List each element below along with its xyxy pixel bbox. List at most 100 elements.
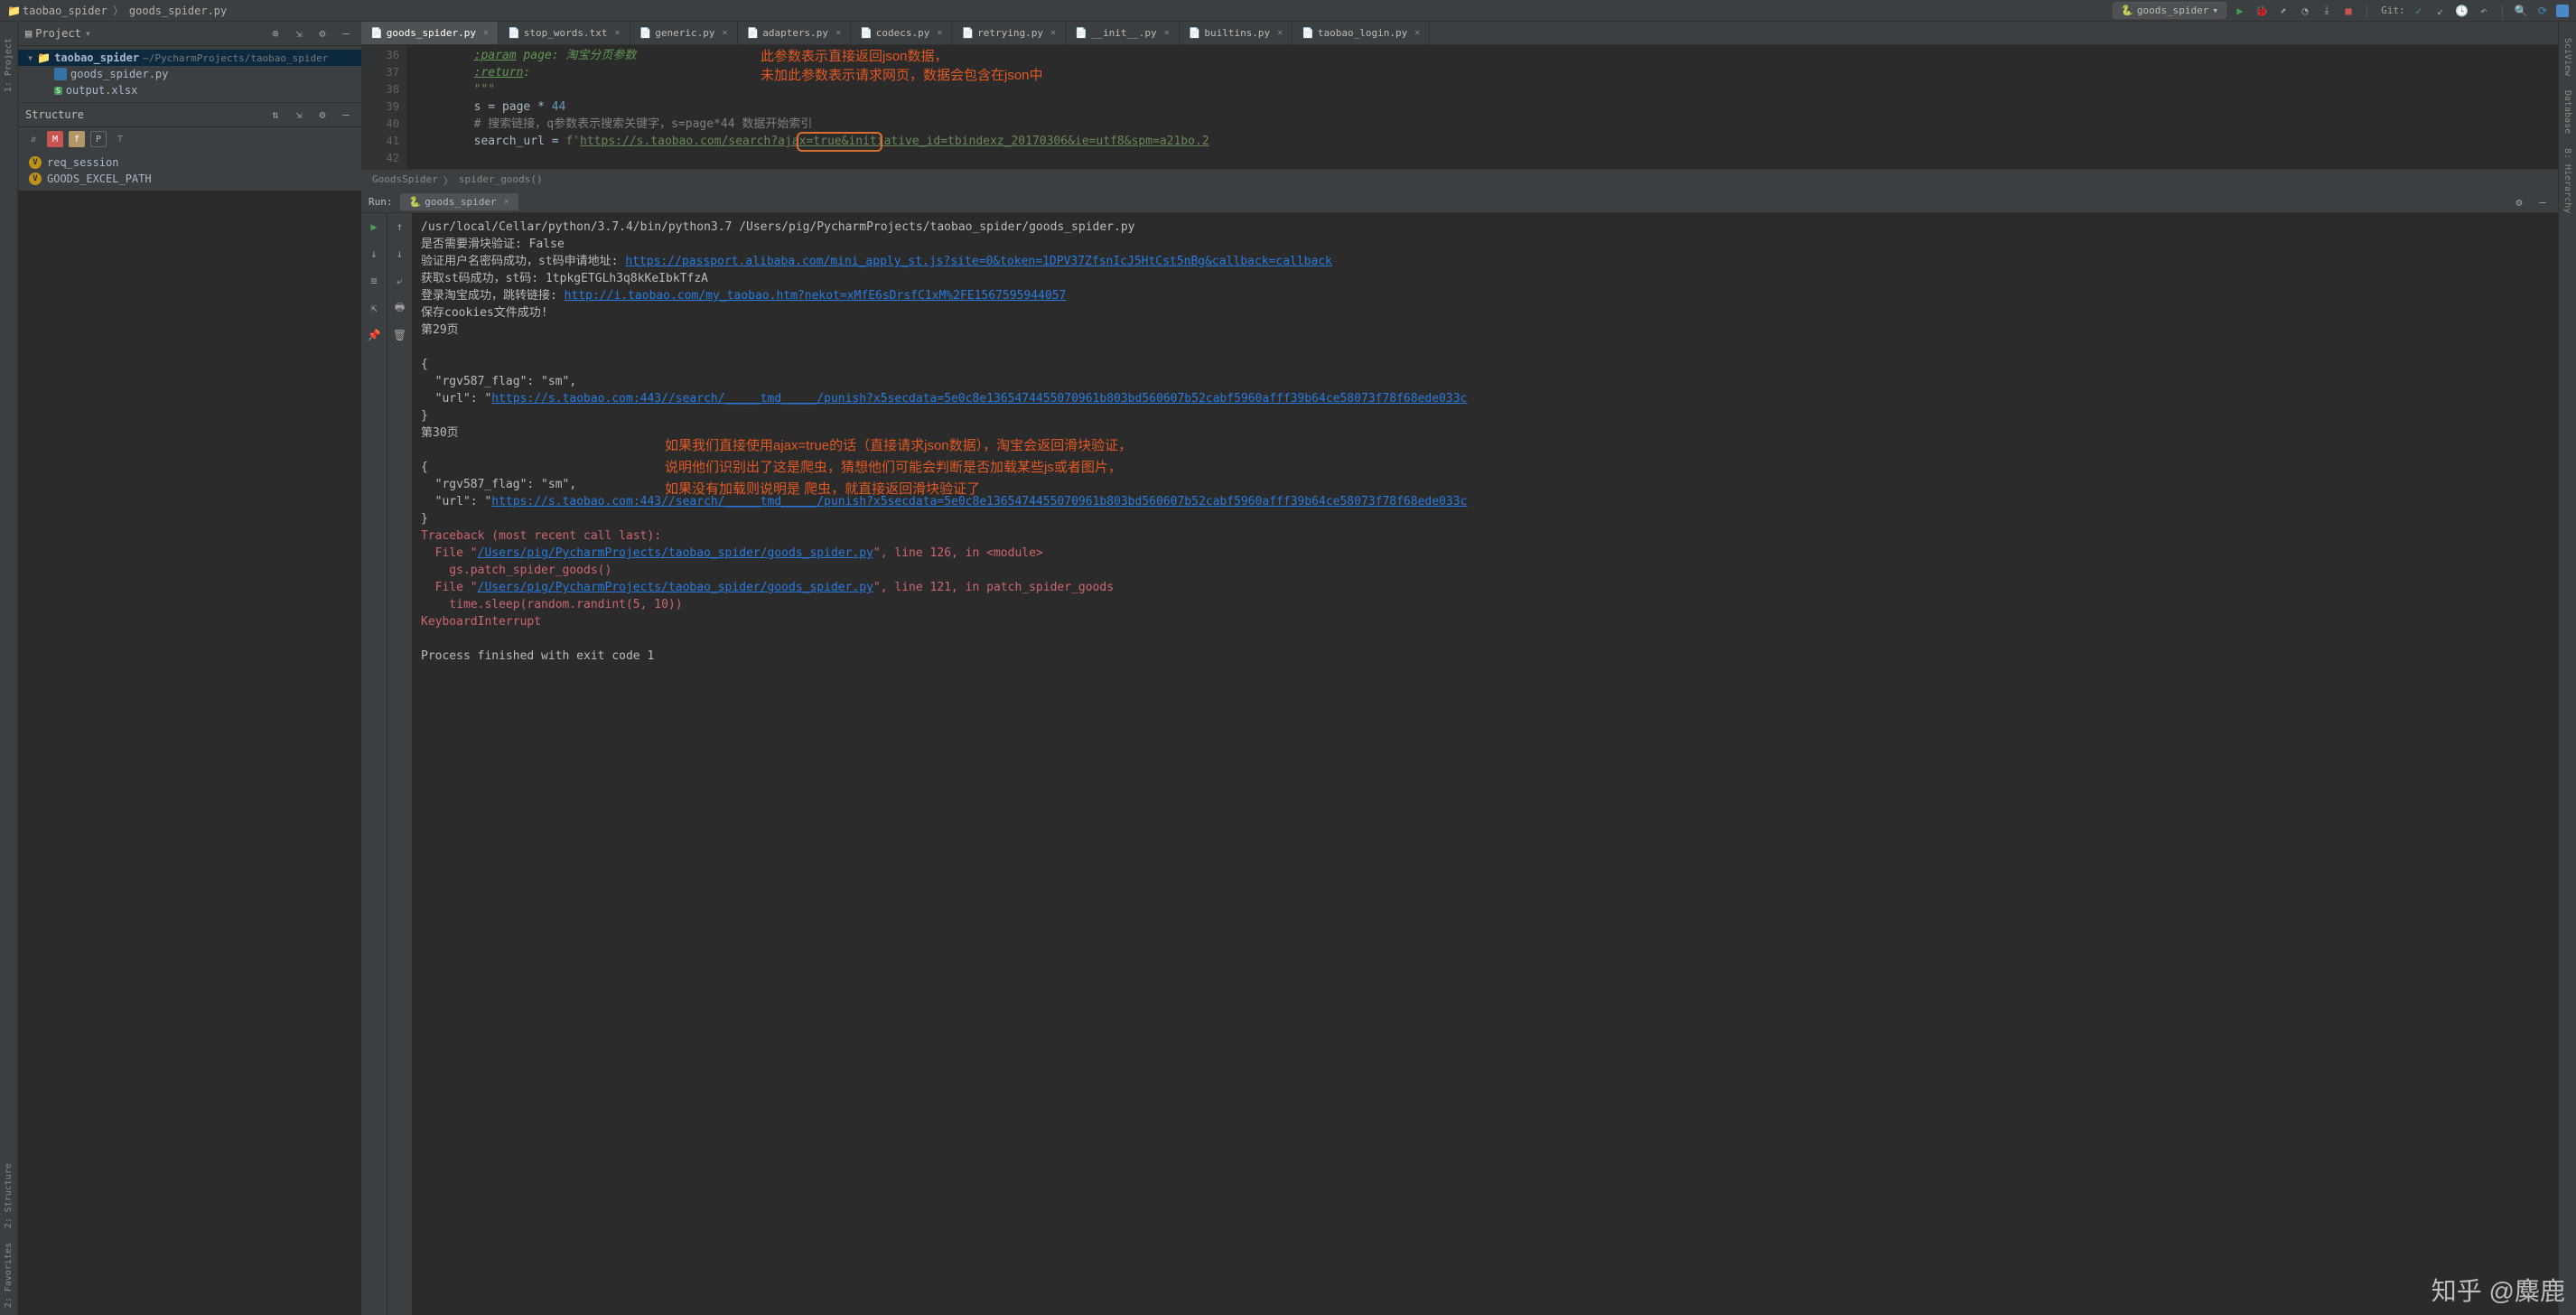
wrap-icon[interactable]: ⤶ bbox=[392, 273, 408, 289]
python-icon: 🐍 bbox=[409, 196, 422, 208]
close-icon[interactable]: × bbox=[1164, 28, 1170, 38]
breadcrumb-class[interactable]: GoodsSpider bbox=[372, 173, 438, 188]
git-commit-button[interactable]: ↙ bbox=[2432, 3, 2449, 19]
unknown-blue-button[interactable] bbox=[2556, 5, 2569, 17]
run-tab[interactable]: 🐍 goods_spider × bbox=[400, 193, 518, 210]
hide-icon[interactable]: — bbox=[338, 107, 354, 123]
stop-button[interactable]: ↓ bbox=[366, 246, 382, 262]
up-icon[interactable]: ↑ bbox=[392, 219, 408, 235]
output-line: 获取st码成功，st码: 1tpkgETGLh3q8kKeIbkTfzA bbox=[421, 270, 2549, 287]
tree-root-label: taobao_spider bbox=[54, 51, 139, 64]
tree-root[interactable]: ▾ 📁 taobao_spider ~/PycharmProjects/taob… bbox=[18, 50, 361, 66]
filter-p-icon[interactable]: P bbox=[90, 131, 107, 147]
filter-m-icon[interactable]: M bbox=[47, 131, 63, 147]
tab-sciview[interactable]: SciView bbox=[2561, 31, 2574, 83]
breadcrumb-folder[interactable]: taobao_spider bbox=[23, 5, 107, 17]
sort-alpha-icon[interactable]: ⇵ bbox=[25, 131, 42, 147]
tab-favorites[interactable]: 2: Favorites bbox=[2, 1236, 15, 1315]
git-history-button[interactable]: 🕓 bbox=[2454, 3, 2470, 19]
expand-icon[interactable]: ⇲ bbox=[291, 25, 307, 42]
filter-f-icon[interactable]: f bbox=[69, 131, 85, 147]
structure-item-label: GOODS_EXCEL_PATH bbox=[47, 173, 152, 185]
code-line[interactable]: :return: bbox=[406, 64, 2558, 81]
output-line: File "/Users/pig/PycharmProjects/taobao_… bbox=[421, 579, 2549, 596]
stop-button[interactable]: ■ bbox=[2340, 3, 2357, 19]
editor-tab[interactable]: 📄retrying.py× bbox=[952, 22, 1066, 44]
breadcrumb-separator: 〉 bbox=[113, 3, 124, 18]
tab-hierarchy[interactable]: 8: Hierarchy bbox=[2561, 141, 2574, 220]
tab-label: generic.py bbox=[655, 27, 714, 39]
editor-tab[interactable]: 📄taobao_login.py× bbox=[1293, 22, 1430, 44]
code-line[interactable] bbox=[406, 150, 2558, 167]
editor-tab[interactable]: 📄codecs.py× bbox=[851, 22, 952, 44]
close-icon[interactable]: × bbox=[1277, 28, 1283, 38]
breadcrumb-method[interactable]: spider_goods() bbox=[459, 173, 543, 188]
debug-button[interactable]: 🐞 bbox=[2254, 3, 2270, 19]
code-line[interactable]: s = page * 44 bbox=[406, 98, 2558, 116]
editor-tab[interactable]: 📄generic.py× bbox=[630, 22, 738, 44]
rerun-button[interactable]: ▶ bbox=[366, 219, 382, 235]
close-icon[interactable]: × bbox=[722, 28, 727, 38]
output-line: KeyboardInterrupt bbox=[421, 613, 2549, 630]
expand-icon[interactable]: ⇲ bbox=[291, 107, 307, 123]
locate-icon[interactable]: ⊕ bbox=[267, 25, 284, 42]
git-update-button[interactable]: ✓ bbox=[2411, 3, 2427, 19]
tab-database[interactable]: Database bbox=[2561, 83, 2574, 141]
down-icon[interactable]: ↓ bbox=[392, 246, 408, 262]
code-lines[interactable]: :param page: 淘宝分页参数 :return: """ s = pag… bbox=[406, 45, 2558, 169]
tree-item-output-xlsx[interactable]: S output.xlsx bbox=[18, 82, 361, 98]
file-icon: 📄 bbox=[747, 27, 760, 39]
code-line[interactable]: # 搜索链接，q参数表示搜索关键字，s=page*44 数据开始索引 bbox=[406, 116, 2558, 133]
editor-tab[interactable]: 📄__init__.py× bbox=[1066, 22, 1180, 44]
search-button[interactable]: 🔍 bbox=[2513, 3, 2529, 19]
output-line: time.sleep(random.randint(5, 10)) bbox=[421, 596, 2549, 613]
editor-tab[interactable]: 📄stop_words.txt× bbox=[499, 22, 630, 44]
close-icon[interactable]: × bbox=[504, 197, 509, 207]
git-revert-button[interactable]: ↶ bbox=[2476, 3, 2492, 19]
hide-icon[interactable]: — bbox=[2534, 194, 2551, 210]
export-button[interactable]: ⇱ bbox=[366, 300, 382, 316]
structure-item[interactable]: V GOODS_EXCEL_PATH bbox=[18, 171, 361, 187]
close-icon[interactable]: × bbox=[1050, 28, 1056, 38]
output-line bbox=[421, 339, 2549, 356]
code-editor[interactable]: 36373839404142 :param page: 淘宝分页参数 :retu… bbox=[361, 45, 2558, 169]
editor-tab[interactable]: 📄goods_spider.py× bbox=[361, 22, 499, 44]
tab-structure[interactable]: 2: Structure bbox=[2, 1156, 15, 1236]
structure-item[interactable]: V req_session bbox=[18, 154, 361, 171]
sync-button[interactable]: ⟳ bbox=[2534, 3, 2551, 19]
run-output[interactable]: /usr/local/Cellar/python/3.7.4/bin/pytho… bbox=[412, 213, 2558, 1315]
output-line: "rgv587_flag": "sm", bbox=[421, 373, 2549, 390]
run-config-selector[interactable]: 🐍 goods_spider ▾ bbox=[2113, 2, 2226, 19]
gear-icon[interactable]: ⚙ bbox=[2511, 194, 2527, 210]
pin-icon[interactable]: 📌 bbox=[366, 327, 382, 343]
close-icon[interactable]: × bbox=[615, 28, 621, 38]
tree-item-goods-spider[interactable]: goods_spider.py bbox=[18, 66, 361, 82]
close-icon[interactable]: × bbox=[937, 28, 942, 38]
editor-tab[interactable]: 📄adapters.py× bbox=[738, 22, 852, 44]
attach-button[interactable]: ⤓ bbox=[2319, 3, 2335, 19]
tree-item-label: goods_spider.py bbox=[70, 68, 168, 80]
filter-button[interactable]: ≡ bbox=[366, 273, 382, 289]
gear-icon[interactable]: ⚙ bbox=[314, 25, 331, 42]
coverage-button[interactable]: ⬈ bbox=[2275, 3, 2291, 19]
close-icon[interactable]: × bbox=[483, 28, 489, 38]
sort-icon[interactable]: ⇅ bbox=[267, 107, 284, 123]
print-icon[interactable]: 🖶 bbox=[392, 300, 408, 316]
close-icon[interactable]: × bbox=[1414, 28, 1420, 38]
gear-icon[interactable]: ⚙ bbox=[314, 107, 331, 123]
breadcrumb-file[interactable]: goods_spider.py bbox=[129, 5, 227, 17]
run-button[interactable]: ▶ bbox=[2232, 3, 2248, 19]
code-line[interactable]: search_url = f'https://s.taobao.com/sear… bbox=[406, 133, 2558, 150]
tab-label: codecs.py bbox=[876, 27, 930, 39]
output-line: Traceback (most recent call last): bbox=[421, 527, 2549, 545]
editor-tab[interactable]: 📄builtins.py× bbox=[1180, 22, 1293, 44]
code-line[interactable]: """ bbox=[406, 81, 2558, 98]
tree-item-label: output.xlsx bbox=[66, 84, 137, 97]
filter-t-icon[interactable]: T bbox=[112, 131, 128, 147]
tab-project[interactable]: 1: Project bbox=[2, 31, 15, 99]
code-line[interactable]: :param page: 淘宝分页参数 bbox=[406, 47, 2558, 64]
close-icon[interactable]: × bbox=[835, 28, 841, 38]
profile-button[interactable]: ◔ bbox=[2297, 3, 2313, 19]
trash-icon[interactable]: 🗑 bbox=[392, 327, 408, 343]
hide-icon[interactable]: — bbox=[338, 25, 354, 42]
